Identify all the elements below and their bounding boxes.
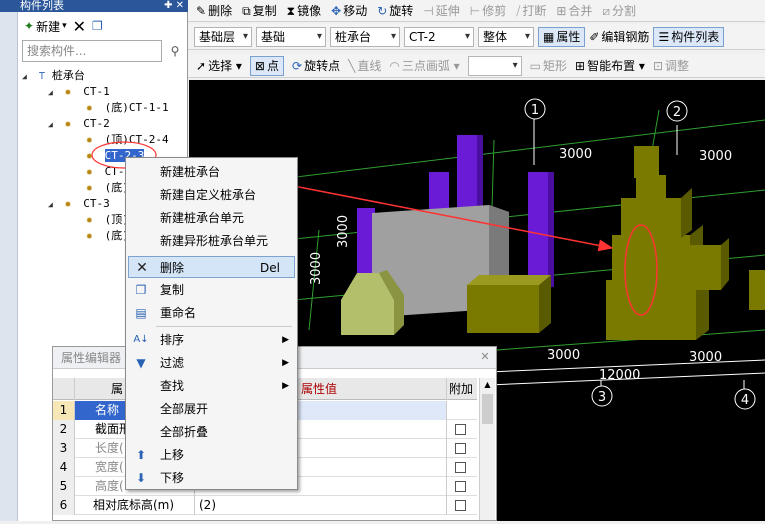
sort-icon: A↓ [133, 334, 149, 345]
copy-icon: ❐ [135, 283, 147, 297]
submenu-arrow-icon: ▶ [282, 335, 289, 345]
menu-separator [156, 326, 292, 327]
context-menu: 新建桩承台 新建自定义桩承台 新建桩承台单元 新建异形桩承台单元 ✕ 删除 De… [125, 157, 298, 490]
menu-item-new-irregular-unit[interactable]: 新建异形桩承台单元 [128, 230, 295, 252]
menu-item-move-down[interactable]: ⬇ 下移 [128, 467, 295, 489]
submenu-arrow-icon: ▶ [282, 358, 289, 368]
menu-item-delete[interactable]: ✕ 删除 Del [128, 256, 295, 278]
submenu-arrow-icon: ▶ [282, 381, 289, 391]
extra-checkbox[interactable] [455, 500, 466, 511]
extra-checkbox[interactable] [455, 424, 466, 435]
menu-item-copy[interactable]: ❐ 复制 [128, 279, 295, 301]
scroll-thumb[interactable] [482, 394, 493, 424]
menu-item-expand-all[interactable]: 全部展开 [128, 398, 295, 420]
table-row[interactable]: 6 相对底标高(m) (2) [53, 496, 477, 515]
menu-item-move-up[interactable]: ⬆ 上移 [128, 444, 295, 466]
menu-item-filter[interactable]: ▼ 过滤 ▶ [128, 352, 295, 374]
property-scrollbar[interactable]: ▲ [479, 378, 495, 520]
arrow-down-icon: ⬇ [135, 471, 147, 485]
menu-item-rename[interactable]: ▤ 重命名 [128, 302, 295, 324]
menu-item-find[interactable]: 查找 ▶ [128, 375, 295, 397]
menu-item-collapse-all[interactable]: 全部折叠 [128, 421, 295, 443]
extra-checkbox[interactable] [455, 481, 466, 492]
extra-checkbox[interactable] [455, 443, 466, 454]
menu-item-new-custom-pile-cap[interactable]: 新建自定义桩承台 [128, 184, 295, 206]
col-extra: 附加 [449, 382, 474, 396]
menu-item-new-pile-cap[interactable]: 新建桩承台 [128, 161, 295, 183]
arrow-up-icon: ⬆ [135, 448, 147, 462]
scroll-up-icon[interactable]: ▲ [482, 380, 493, 390]
menu-item-sort[interactable]: A↓ 排序 ▶ [128, 329, 295, 351]
filter-icon: ▼ [136, 356, 146, 370]
close-icon[interactable]: ✕ [478, 350, 492, 364]
rename-icon: ▤ [135, 306, 147, 320]
extra-checkbox[interactable] [455, 462, 466, 473]
menu-item-new-pile-cap-unit[interactable]: 新建桩承台单元 [128, 207, 295, 229]
delete-icon: ✕ [136, 260, 148, 276]
